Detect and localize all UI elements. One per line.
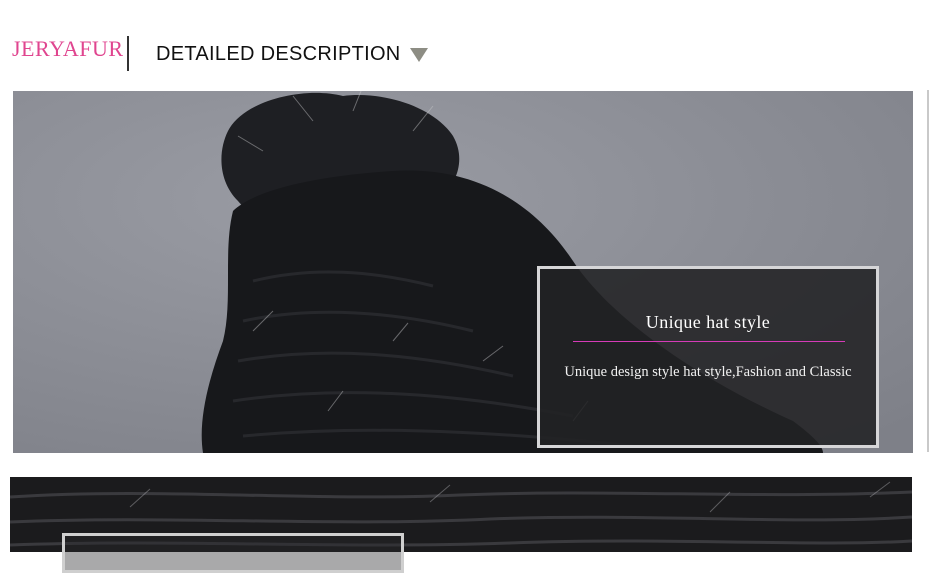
feature-description: Unique design style hat style,Fashion an… [564, 364, 852, 380]
product-photo-hat: Unique hat style Unique design style hat… [13, 91, 913, 453]
feature-title: Unique hat style [645, 312, 771, 332]
triangle-down-icon[interactable] [410, 48, 428, 62]
brand-logo[interactable]: JERYAFUR [12, 36, 124, 62]
feature-callout: Unique hat style Unique design style hat… [537, 266, 879, 448]
page-header: JERYAFUR DETAILED DESCRIPTION [0, 0, 930, 90]
section-title: DETAILED DESCRIPTION [156, 43, 401, 65]
feature-callout-2 [62, 533, 404, 573]
header-divider [127, 36, 129, 71]
edge-divider [927, 90, 929, 452]
title-underline [573, 341, 845, 342]
